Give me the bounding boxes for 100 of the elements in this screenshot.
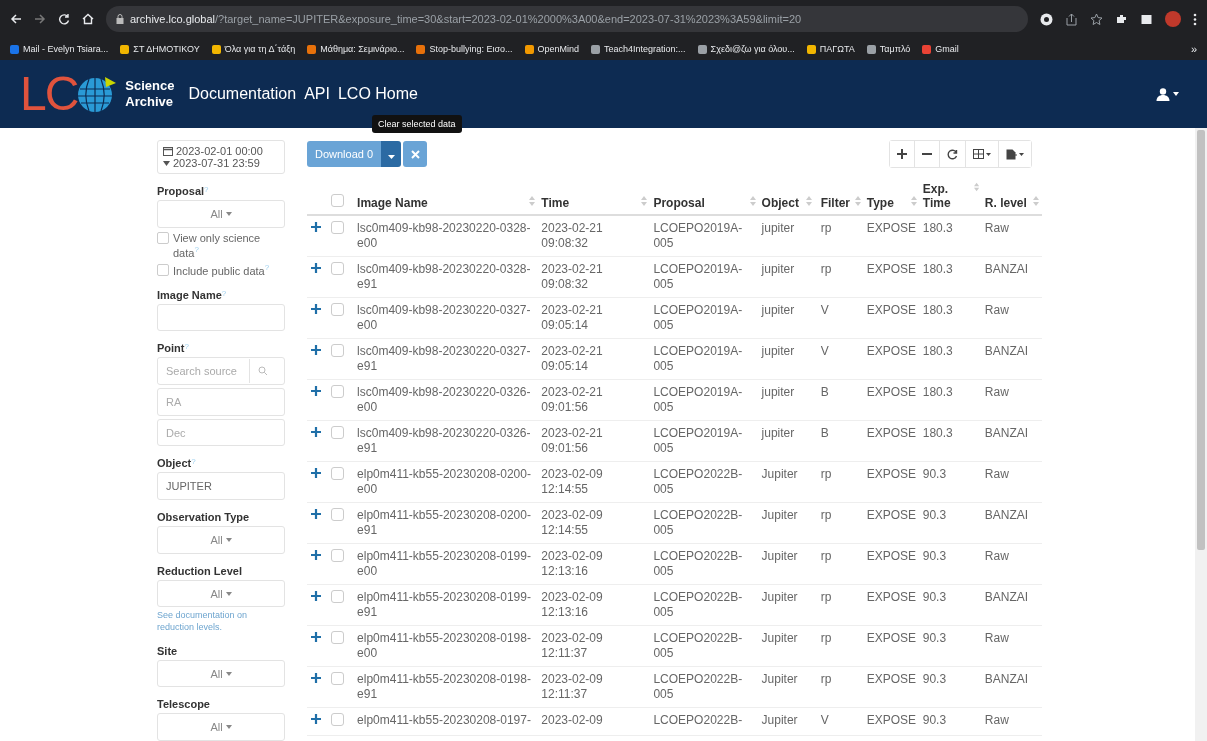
expand-icon[interactable] bbox=[311, 591, 321, 601]
table-cell: Jupiter bbox=[761, 549, 798, 563]
expand-icon[interactable] bbox=[311, 673, 321, 683]
share-icon[interactable] bbox=[1065, 12, 1078, 26]
row-checkbox[interactable] bbox=[331, 303, 344, 316]
column-header[interactable]: Time bbox=[541, 196, 570, 210]
scrollbar-thumb[interactable] bbox=[1197, 130, 1205, 550]
table-cell: Jupiter bbox=[761, 508, 798, 522]
row-checkbox[interactable] bbox=[331, 672, 344, 685]
bookmark[interactable]: OpenMind bbox=[524, 44, 580, 54]
more-bookmarks[interactable]: » bbox=[1190, 43, 1197, 55]
text-field[interactable]: JUPITER bbox=[157, 472, 285, 501]
table-cell: jupiter bbox=[761, 385, 795, 399]
row-checkbox[interactable] bbox=[331, 590, 344, 603]
window-icon[interactable] bbox=[1140, 12, 1153, 26]
bookmark[interactable]: Gmail bbox=[922, 44, 959, 54]
column-header[interactable]: Object bbox=[761, 196, 799, 210]
expand-icon[interactable] bbox=[311, 427, 321, 437]
brand-title[interactable]: Science bbox=[125, 78, 175, 94]
row-checkbox[interactable] bbox=[331, 262, 344, 275]
profile-avatar[interactable] bbox=[1165, 11, 1181, 27]
table-cell: Jupiter bbox=[761, 713, 798, 727]
caret-icon[interactable] bbox=[1173, 92, 1179, 96]
logo-text[interactable]: LC bbox=[20, 70, 78, 118]
table-cell: elp0m411-kb55-20230208-0198-e91 bbox=[357, 672, 531, 701]
extension-icon[interactable] bbox=[1040, 12, 1053, 26]
brand-subtitle[interactable]: Archive bbox=[125, 94, 175, 110]
table-cell: EXPOSE bbox=[866, 385, 917, 399]
bookmark[interactable]: Σχεδι@ζω για όλου... bbox=[697, 44, 795, 54]
bookmark[interactable]: ΣΤ ΔΗΜΟΤΙΚΟΥ bbox=[120, 44, 200, 54]
column-header[interactable]: Filter bbox=[820, 196, 850, 210]
dropdown[interactable]: All bbox=[157, 526, 285, 554]
expand-icon[interactable] bbox=[311, 714, 321, 724]
bookmark[interactable]: Μάθημα: Σεμινάριο... bbox=[307, 44, 405, 54]
row-checkbox[interactable] bbox=[331, 426, 344, 439]
dropdown[interactable]: All bbox=[157, 659, 285, 688]
plus-icon bbox=[897, 149, 907, 159]
select-all-checkbox[interactable] bbox=[331, 194, 344, 207]
date-range-picker[interactable]: 2023-02-01 00:00 2023-07-31 23:59 bbox=[157, 140, 285, 174]
text-field[interactable] bbox=[157, 303, 285, 332]
column-header[interactable]: Exp. Time bbox=[922, 182, 972, 210]
bookmark[interactable]: Teach4Integration:... bbox=[591, 44, 686, 54]
bookmark[interactable]: Stop-bullying: Εισο... bbox=[416, 44, 513, 54]
user-icon[interactable] bbox=[1156, 87, 1170, 101]
row-checkbox[interactable] bbox=[331, 385, 344, 398]
bookmark[interactable]: ΠΑΓΩΤΑ bbox=[806, 44, 855, 54]
column-header[interactable]: Proposal bbox=[653, 196, 705, 210]
dropdown[interactable]: All bbox=[157, 579, 285, 608]
row-checkbox[interactable] bbox=[331, 467, 344, 480]
address-bar[interactable]: archive.lco.global/?target_name=JUPITER&exposure_time=30&start=2023-02-01%2000%3A00&end=2023-07-31%2023%3A59&limit=20 bbox=[106, 6, 1028, 32]
reload-icon[interactable] bbox=[58, 13, 70, 25]
table-cell: rp bbox=[820, 508, 832, 522]
row-checkbox[interactable] bbox=[331, 344, 344, 357]
more-icon[interactable] bbox=[1193, 12, 1197, 26]
back-icon[interactable] bbox=[10, 13, 22, 25]
row-checkbox[interactable] bbox=[331, 549, 344, 562]
bookmark[interactable]: Ταμπλό bbox=[866, 44, 911, 54]
export-button[interactable] bbox=[998, 141, 1031, 167]
expand-icon[interactable] bbox=[311, 222, 321, 232]
search-field[interactable]: Search source bbox=[157, 357, 285, 386]
expand-icon[interactable] bbox=[311, 468, 321, 478]
nav-link[interactable]: LCO Home bbox=[337, 85, 418, 103]
row-checkbox[interactable] bbox=[331, 713, 344, 726]
download-menu-button[interactable] bbox=[381, 141, 402, 167]
star-icon[interactable] bbox=[1090, 12, 1103, 26]
help-mark[interactable]: ? bbox=[191, 457, 196, 470]
ra-field[interactable]: RA bbox=[157, 388, 285, 416]
dropdown[interactable]: All bbox=[157, 200, 285, 228]
nav-link[interactable]: API bbox=[304, 85, 330, 103]
puzzle-icon[interactable] bbox=[1115, 12, 1128, 26]
expand-icon[interactable] bbox=[311, 345, 321, 355]
table-cell: EXPOSE bbox=[866, 590, 917, 604]
bookmark[interactable]: Όλα για τη Δ΄τάξη bbox=[211, 44, 296, 54]
checkbox[interactable] bbox=[157, 231, 169, 244]
column-header[interactable]: R. level bbox=[984, 196, 1027, 210]
column-header[interactable]: Image Name bbox=[357, 196, 428, 210]
bookmark[interactable]: Mail - Evelyn Tsiara... bbox=[10, 44, 109, 54]
checkbox[interactable] bbox=[157, 263, 169, 276]
table-cell: Raw bbox=[984, 221, 1009, 235]
row-checkbox[interactable] bbox=[331, 631, 344, 644]
dropdown[interactable]: All bbox=[157, 713, 285, 741]
dec-field[interactable]: Dec bbox=[157, 418, 285, 447]
expand-icon[interactable] bbox=[311, 509, 321, 519]
table-cell: Raw bbox=[984, 385, 1009, 399]
table-cell: Raw bbox=[984, 303, 1009, 317]
table-cell: EXPOSE bbox=[866, 262, 917, 276]
row-checkbox[interactable] bbox=[331, 221, 344, 234]
table-cell: EXPOSE bbox=[866, 549, 917, 563]
clear-button[interactable] bbox=[403, 141, 428, 167]
row-checkbox[interactable] bbox=[331, 508, 344, 521]
expand-icon[interactable] bbox=[311, 550, 321, 560]
expand-icon[interactable] bbox=[311, 304, 321, 314]
expand-icon[interactable] bbox=[311, 263, 321, 273]
expand-icon[interactable] bbox=[311, 386, 321, 396]
table-cell: 2023-02-09 12:14:55 bbox=[541, 467, 603, 496]
nav-link[interactable]: Documentation bbox=[188, 85, 297, 103]
expand-icon[interactable] bbox=[311, 632, 321, 642]
home-icon[interactable] bbox=[82, 13, 94, 25]
column-header[interactable]: Type bbox=[866, 196, 894, 210]
forward-icon[interactable] bbox=[34, 13, 46, 25]
